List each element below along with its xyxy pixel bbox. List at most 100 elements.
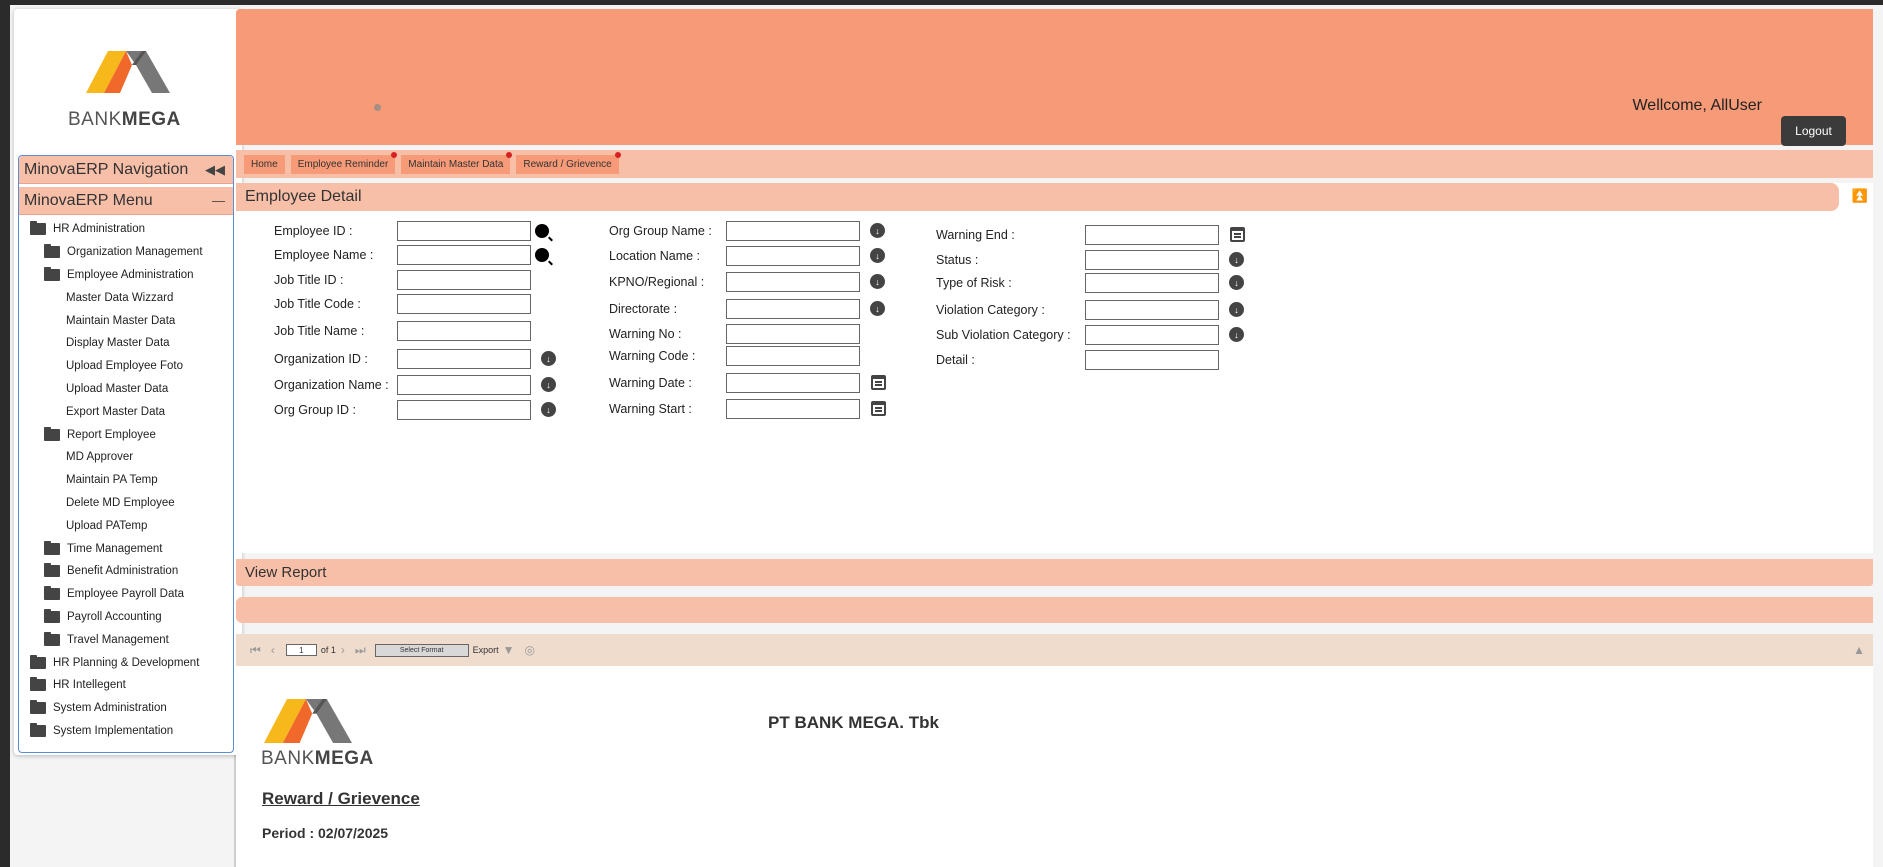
field-input[interactable] [1085, 273, 1219, 293]
field-input[interactable] [397, 294, 531, 314]
menu-item-label: System Administration [53, 702, 167, 715]
menu-item[interactable]: Upload PATemp [19, 514, 233, 537]
field-label: Detail : [936, 353, 975, 367]
employee-detail-panel: Employee Detail ⏫ Employee ID : Employee … [236, 183, 1873, 553]
field-input[interactable] [726, 346, 860, 366]
field-input[interactable] [1085, 325, 1219, 345]
search-icon[interactable] [535, 248, 549, 262]
calendar-icon[interactable] [1230, 227, 1245, 242]
next-page-icon[interactable]: › [341, 643, 345, 657]
menu-item[interactable]: System Administration [19, 697, 233, 720]
dropdown-icon[interactable]: ↓ [1229, 252, 1244, 267]
menu-item[interactable]: Delete MD Employee [19, 492, 233, 515]
menu-item[interactable]: MD Approver [19, 446, 233, 469]
field-input[interactable] [726, 221, 860, 241]
dropdown-icon[interactable]: ↓ [541, 351, 556, 366]
loading-dot [374, 104, 381, 111]
last-page-icon[interactable]: ⏭ [355, 643, 366, 658]
field-input[interactable] [1085, 225, 1219, 245]
tab-item[interactable]: Home [244, 154, 285, 174]
menu-item[interactable]: Organization Management [19, 241, 233, 264]
dropdown-icon[interactable]: ↓ [541, 377, 556, 392]
field-input[interactable] [1085, 350, 1219, 370]
field-input[interactable] [1085, 300, 1219, 320]
field-label: Warning No : [609, 327, 682, 341]
menu-item[interactable]: System Implementation [19, 720, 233, 743]
menu-item[interactable]: Employee Administration [19, 264, 233, 287]
menu-item[interactable]: Upload Employee Foto [19, 355, 233, 378]
search-icon[interactable] [535, 224, 549, 238]
folder-icon [44, 586, 60, 601]
tab-label: Maintain Master Data [408, 158, 504, 170]
dropdown-icon[interactable]: ↓ [1229, 327, 1244, 342]
menu-item[interactable]: Master Data Wizzard [19, 286, 233, 309]
menu-item[interactable]: Maintain PA Temp [19, 469, 233, 492]
field-input[interactable] [726, 246, 860, 266]
format-select[interactable]: Select Format [374, 643, 469, 657]
menu-item-label: Organization Management [67, 246, 203, 259]
field-input[interactable] [397, 349, 531, 369]
refresh-icon[interactable]: ◎ [525, 643, 535, 657]
menu-item[interactable]: Maintain Master Data [19, 309, 233, 332]
field-input[interactable] [726, 399, 860, 419]
menu-item[interactable]: Report Employee [19, 423, 233, 446]
collapse-up-icon[interactable]: ⏫ [1852, 188, 1868, 204]
menu-item[interactable]: HR Intellegent [19, 674, 233, 697]
menu-item-label: Export Master Data [66, 405, 166, 418]
field-input[interactable] [397, 321, 531, 341]
menu-item[interactable]: Export Master Data [19, 400, 233, 423]
tab-item[interactable]: Employee Reminder [290, 151, 398, 174]
field-label: Job Title Name : [274, 324, 365, 338]
menu-item[interactable]: Travel Management [19, 628, 233, 651]
folder-icon [30, 677, 46, 692]
menu-item-label: Report Employee [67, 428, 156, 441]
report-logo-text: BANKMEGA [261, 748, 374, 769]
menu-item[interactable]: Benefit Administration [19, 560, 233, 583]
field-input[interactable] [1085, 250, 1219, 270]
scroll-up-icon[interactable]: ▲ [1853, 643, 1865, 657]
logo-mark-icon [86, 51, 170, 93]
tab-item[interactable]: Maintain Master Data [401, 151, 513, 174]
field-label: Violation Category : [936, 303, 1045, 317]
dropdown-icon[interactable]: ↓ [870, 248, 885, 263]
dropdown-icon[interactable]: ↓ [870, 301, 885, 316]
field-input[interactable] [397, 375, 531, 395]
dropdown-icon[interactable]: ↓ [1229, 275, 1244, 290]
menu-item-label: Display Master Data [66, 337, 170, 350]
export-button[interactable]: Export [473, 645, 499, 655]
field-input[interactable] [397, 400, 531, 420]
dropdown-icon[interactable]: ↓ [541, 402, 556, 417]
calendar-icon[interactable] [871, 375, 886, 390]
dropdown-icon[interactable]: ↓ [1229, 302, 1244, 317]
logout-button[interactable]: Logout [1781, 116, 1846, 146]
menu-item[interactable]: Payroll Accounting [19, 606, 233, 629]
prev-page-icon[interactable]: ‹ [271, 643, 275, 657]
menu-item[interactable]: HR Administration [19, 218, 233, 241]
field-input[interactable] [397, 245, 531, 265]
tab-item[interactable]: Reward / Grievence [516, 151, 621, 174]
first-page-icon[interactable]: ⏮ [250, 643, 261, 658]
menu-item[interactable]: HR Planning & Development [19, 651, 233, 674]
menu-item-label: System Implementation [53, 724, 174, 737]
menu-item[interactable]: Time Management [19, 537, 233, 560]
page-number-input[interactable]: 1 [285, 644, 317, 656]
field-input[interactable] [726, 272, 860, 292]
minus-icon[interactable]: — [212, 193, 225, 208]
employee-detail-header: Employee Detail [236, 183, 1839, 211]
dropdown-icon[interactable]: ↓ [870, 223, 885, 238]
dropdown-icon[interactable]: ↓ [870, 274, 885, 289]
chevron-down-icon[interactable]: ▼ [503, 643, 515, 657]
field-input[interactable] [397, 270, 531, 290]
menu-item-label: Travel Management [67, 633, 169, 646]
welcome-text: Wellcome, AllUser [1632, 97, 1762, 114]
field-input[interactable] [726, 373, 860, 393]
calendar-icon[interactable] [871, 401, 886, 416]
menu-item[interactable]: Employee Payroll Data [19, 583, 233, 606]
menu-item[interactable]: Upload Master Data [19, 378, 233, 401]
menu-item[interactable]: Display Master Data [19, 332, 233, 355]
field-input[interactable] [397, 221, 531, 241]
folder-icon [30, 722, 46, 737]
field-input[interactable] [726, 324, 860, 344]
double-chevron-left-icon[interactable]: ◀◀ [205, 162, 225, 178]
field-input[interactable] [726, 299, 860, 319]
